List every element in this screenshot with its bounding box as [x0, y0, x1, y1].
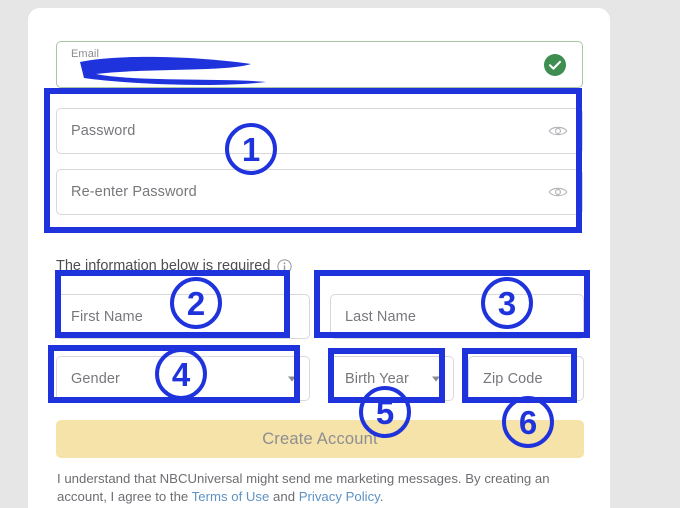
first-name-placeholder: First Name: [71, 308, 143, 325]
signup-card: Email Password Re-enter Password The inf…: [28, 8, 610, 508]
redaction-scribble: [80, 56, 266, 85]
zip-code-field[interactable]: Zip Code: [468, 356, 584, 401]
zip-code-placeholder: Zip Code: [483, 370, 543, 387]
first-name-field[interactable]: First Name: [56, 294, 310, 339]
legal-disclaimer: I understand that NBCUniversal might sen…: [57, 470, 592, 506]
terms-of-use-link[interactable]: Terms of Use: [192, 489, 270, 504]
gender-select[interactable]: Gender: [56, 356, 310, 401]
password-placeholder: Password: [71, 123, 136, 139]
eye-icon[interactable]: [548, 124, 568, 138]
info-icon[interactable]: [277, 258, 293, 274]
last-name-field[interactable]: Last Name: [330, 294, 584, 339]
gender-placeholder: Gender: [71, 370, 120, 387]
reenter-password-field[interactable]: Re-enter Password: [56, 169, 583, 215]
password-field[interactable]: Password: [56, 108, 583, 154]
eye-icon[interactable]: [548, 185, 568, 199]
birth-year-placeholder: Birth Year: [345, 370, 409, 387]
chevron-down-icon: [288, 376, 296, 381]
privacy-policy-link[interactable]: Privacy Policy: [299, 489, 380, 504]
legal-line-2-prefix: I agree to the: [110, 489, 192, 504]
green-check-icon: [544, 53, 566, 76]
legal-suffix: .: [379, 489, 384, 504]
reenter-password-placeholder: Re-enter Password: [71, 184, 197, 200]
required-info-note: The information below is required: [56, 258, 293, 274]
birth-year-select[interactable]: Birth Year: [330, 356, 454, 401]
required-note-text: The information below is required: [56, 258, 271, 274]
chevron-down-icon: [432, 376, 440, 381]
last-name-placeholder: Last Name: [345, 308, 417, 325]
legal-conjunction: and: [269, 489, 299, 504]
create-account-button[interactable]: Create Account: [56, 420, 584, 458]
